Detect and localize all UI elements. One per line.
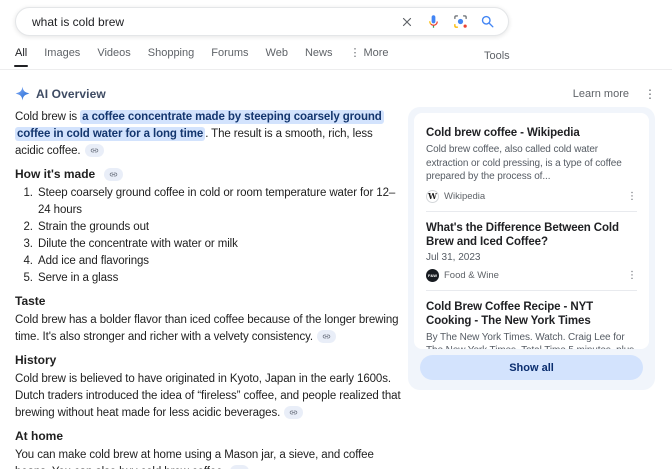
search-bar-icons bbox=[400, 14, 508, 29]
source-chip[interactable] bbox=[104, 168, 123, 181]
source-title: Cold Brew Coffee Recipe - NYT Cooking - … bbox=[426, 300, 637, 328]
tab-videos[interactable]: Videos bbox=[97, 47, 130, 59]
search-bar bbox=[15, 7, 509, 36]
tabs-divider bbox=[0, 69, 672, 70]
tab-shopping[interactable]: Shopping bbox=[148, 47, 195, 59]
sources-card-list: Cold brew coffee - Wikipedia Cold brew c… bbox=[414, 113, 649, 349]
list-item: Steep coarsely ground coffee in cold or … bbox=[36, 185, 403, 219]
tab-images[interactable]: Images bbox=[44, 47, 80, 59]
heading-text: History bbox=[15, 353, 56, 367]
source-date: Jul 31, 2023 bbox=[426, 252, 637, 263]
tab-all[interactable]: All bbox=[15, 47, 27, 59]
source-card-wikipedia[interactable]: Cold brew coffee - Wikipedia Cold brew c… bbox=[426, 117, 637, 211]
heading-text: At home bbox=[15, 429, 63, 443]
history-paragraph: Cold brew is believed to have originated… bbox=[15, 371, 403, 422]
ai-overview-body: Cold brew is a coffee concentrate made b… bbox=[15, 106, 403, 469]
at-home-text: You can make cold brew at home using a M… bbox=[15, 449, 374, 469]
learn-more-link[interactable]: Learn more bbox=[573, 88, 629, 100]
ai-overview-title: AI Overview bbox=[15, 86, 106, 101]
clear-icon[interactable] bbox=[400, 15, 414, 29]
taste-paragraph: Cold brew has a bolder flavor than iced … bbox=[15, 312, 403, 346]
source-chip[interactable] bbox=[85, 144, 104, 157]
taste-text: Cold brew has a bolder flavor than iced … bbox=[15, 314, 398, 343]
tab-web[interactable]: Web bbox=[266, 47, 288, 59]
heading-text: How it's made bbox=[15, 167, 95, 181]
source-chip[interactable] bbox=[317, 330, 336, 343]
source-name: Food & Wine bbox=[444, 270, 622, 281]
show-all-button[interactable]: Show all bbox=[420, 355, 643, 380]
history-text: Cold brew is believed to have originated… bbox=[15, 373, 401, 419]
source-title: Cold brew coffee - Wikipedia bbox=[426, 126, 637, 140]
section-heading-history: History bbox=[15, 353, 403, 367]
wikipedia-favicon: W bbox=[426, 190, 439, 203]
source-description: By The New York Times. Watch. Craig Lee … bbox=[426, 331, 637, 350]
section-heading-at-home: At home bbox=[15, 429, 403, 443]
heading-text: Taste bbox=[15, 294, 45, 308]
more-kebab-icon: ⋮ bbox=[349, 48, 360, 59]
tab-more-label: More bbox=[363, 47, 388, 59]
search-submit-icon[interactable] bbox=[480, 14, 495, 29]
section-heading-how-its-made: How it's made bbox=[15, 167, 403, 181]
source-chip[interactable] bbox=[284, 406, 303, 419]
at-home-paragraph: You can make cold brew at home using a M… bbox=[15, 447, 403, 469]
tab-more[interactable]: ⋮ More bbox=[349, 47, 388, 59]
sparkle-icon bbox=[15, 86, 30, 101]
tools-button[interactable]: Tools bbox=[484, 50, 510, 62]
ai-overview-menu-icon[interactable]: ⋮ bbox=[644, 87, 656, 101]
source-footer: W Wikipedia ⋮ bbox=[426, 190, 637, 203]
source-menu-icon[interactable]: ⋮ bbox=[627, 191, 637, 202]
how-its-made-list: Steep coarsely ground coffee in cold or … bbox=[15, 185, 403, 287]
link-icon bbox=[289, 408, 298, 417]
source-title: What's the Difference Between Cold Brew … bbox=[426, 221, 637, 249]
tab-news[interactable]: News bbox=[305, 47, 333, 59]
ai-overview-label: AI Overview bbox=[36, 87, 106, 101]
ai-overview-header: AI Overview Learn more ⋮ bbox=[15, 86, 656, 101]
ai-overview-actions: Learn more ⋮ bbox=[573, 87, 656, 101]
source-chip[interactable] bbox=[230, 465, 249, 469]
source-footer: F&W Food & Wine ⋮ bbox=[426, 269, 637, 282]
result-tabs: All Images Videos Shopping Forums Web Ne… bbox=[15, 47, 389, 59]
list-item: Strain the grounds out bbox=[36, 219, 403, 236]
intro-paragraph: Cold brew is a coffee concentrate made b… bbox=[15, 109, 403, 160]
list-item: Dilute the concentrate with water or mil… bbox=[36, 236, 403, 253]
tab-forums[interactable]: Forums bbox=[211, 47, 248, 59]
list-item: Serve in a glass bbox=[36, 270, 403, 287]
intro-pre: Cold brew is bbox=[15, 111, 80, 123]
microphone-icon[interactable] bbox=[426, 14, 441, 29]
lens-icon[interactable] bbox=[453, 14, 468, 29]
source-name: Wikipedia bbox=[444, 191, 622, 202]
source-menu-icon[interactable]: ⋮ bbox=[627, 270, 637, 281]
search-results-page: All Images Videos Shopping Forums Web Ne… bbox=[0, 0, 672, 469]
sources-panel: Cold brew coffee - Wikipedia Cold brew c… bbox=[408, 107, 655, 390]
source-description: Cold brew coffee, also called cold water… bbox=[426, 143, 637, 184]
link-icon bbox=[109, 170, 118, 179]
link-icon bbox=[90, 146, 99, 155]
source-card-nyt-cooking[interactable]: Cold Brew Coffee Recipe - NYT Cooking - … bbox=[426, 290, 637, 350]
list-item: Add ice and flavorings bbox=[36, 253, 403, 270]
search-input[interactable] bbox=[16, 15, 400, 29]
food-and-wine-favicon: F&W bbox=[426, 269, 439, 282]
link-icon bbox=[322, 332, 331, 341]
section-heading-taste: Taste bbox=[15, 294, 403, 308]
source-card-food-and-wine[interactable]: What's the Difference Between Cold Brew … bbox=[426, 211, 637, 290]
